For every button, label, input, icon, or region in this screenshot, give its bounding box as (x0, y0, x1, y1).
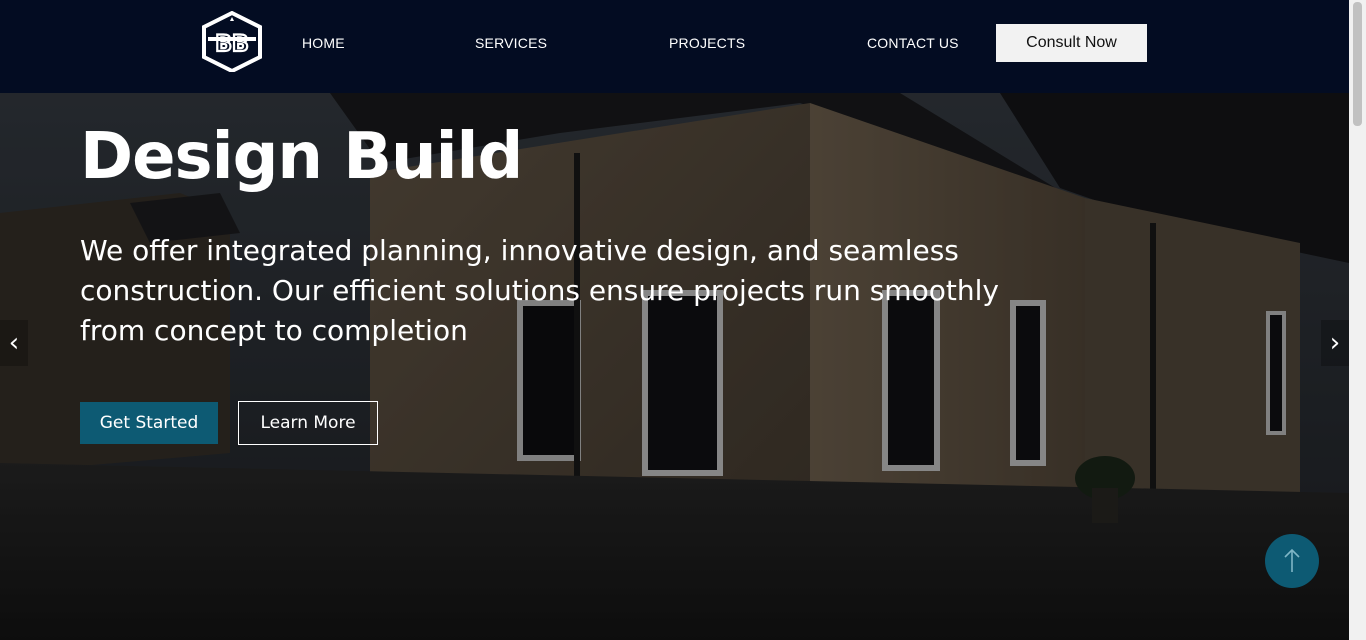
hexagon-bb-logo-icon: BB (202, 10, 262, 74)
learn-more-button[interactable]: Learn More (238, 401, 378, 445)
navbar: BB HOME SERVICES PROJECTS CONTACT US Con… (0, 0, 1349, 93)
logo[interactable]: BB (200, 10, 264, 74)
nav-home[interactable]: HOME (302, 35, 345, 51)
chevron-right-icon: › (1329, 328, 1341, 358)
nav-projects[interactable]: PROJECTS (669, 35, 745, 51)
consult-now-button[interactable]: Consult Now (996, 24, 1147, 62)
nav-services[interactable]: SERVICES (475, 35, 547, 51)
scrollbar-thumb[interactable] (1353, 2, 1362, 126)
slider-prev-button[interactable]: ‹ (0, 320, 28, 366)
hero-subtitle: We offer integrated planning, innovative… (80, 234, 999, 347)
back-to-top-button[interactable] (1265, 534, 1319, 588)
arrow-up-icon (1284, 548, 1300, 572)
slider-next-button[interactable]: › (1321, 320, 1349, 366)
hero-title: Design Build (80, 120, 523, 194)
page-scrollbar[interactable] (1349, 0, 1366, 640)
nav-contact-us[interactable]: CONTACT US (867, 35, 959, 51)
get-started-button[interactable]: Get Started (80, 402, 218, 444)
chevron-left-icon: ‹ (8, 328, 20, 358)
svg-text:BB: BB (215, 32, 249, 57)
